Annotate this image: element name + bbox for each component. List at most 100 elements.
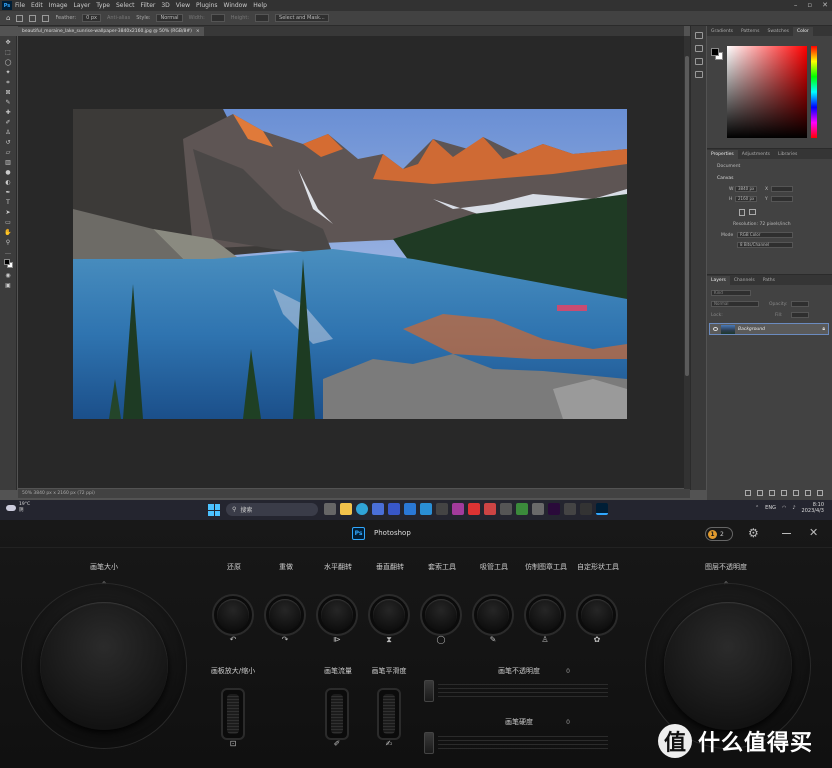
flip-horizontal-dial[interactable] [316, 594, 358, 636]
eraser-tool-icon[interactable]: ▱ [4, 149, 13, 156]
shape-tool-icon[interactable]: ▭ [4, 219, 13, 226]
app-icon-6[interactable] [404, 503, 416, 515]
delete-layer-icon[interactable] [817, 490, 823, 496]
quick-select-tool-icon[interactable]: ✦ [4, 69, 13, 76]
marquee-preset-icon[interactable] [16, 14, 24, 22]
tab-channels[interactable]: Channels [730, 276, 759, 285]
adjustments-panel-icon[interactable] [694, 71, 703, 78]
new-selection-icon[interactable] [29, 14, 37, 22]
lasso-tool-icon[interactable]: ◯ [4, 59, 13, 66]
hand-tool-icon[interactable]: ✋ [4, 229, 13, 236]
redo-dial[interactable] [264, 594, 306, 636]
photoshop-taskbar-icon[interactable] [596, 503, 608, 515]
path-select-tool-icon[interactable]: ➤ [4, 209, 13, 216]
menu-window[interactable]: Window [224, 2, 248, 9]
history-panel-icon[interactable] [694, 32, 703, 39]
app-icon-14[interactable] [532, 503, 544, 515]
tab-swatches[interactable]: Swatches [763, 27, 793, 36]
canvas-x-input[interactable] [771, 186, 793, 192]
blend-mode-select[interactable]: Normal [711, 301, 759, 307]
color-picker-field[interactable] [727, 46, 807, 138]
eyedropper-tool-dial[interactable] [472, 594, 514, 636]
minimize-icon[interactable]: – [794, 1, 798, 9]
clock[interactable]: 8:10 2023/4/3 [802, 502, 824, 514]
volume-icon[interactable]: ♪ [792, 505, 795, 511]
new-group-icon[interactable] [793, 490, 799, 496]
blur-tool-icon[interactable]: ● [4, 169, 13, 176]
layer-fill-input[interactable] [791, 312, 809, 318]
app-icon-9[interactable] [452, 503, 464, 515]
tab-properties[interactable]: Properties [707, 150, 738, 159]
brush-flow-wheel[interactable] [325, 688, 349, 740]
app-icon-10[interactable] [468, 503, 480, 515]
app-icon-16[interactable] [564, 503, 576, 515]
windows-start-icon[interactable] [208, 504, 220, 516]
close-icon[interactable]: ✕ [822, 1, 828, 9]
lasso-tool-dial[interactable] [420, 594, 462, 636]
app-icon-5[interactable] [388, 503, 400, 515]
foreground-color-swatch[interactable] [711, 48, 719, 56]
tab-gradients[interactable]: Gradients [707, 27, 737, 36]
gradient-tool-icon[interactable]: ▥ [4, 159, 13, 166]
minimize-icon[interactable] [782, 533, 791, 534]
menu-plugins[interactable]: Plugins [196, 2, 218, 9]
type-tool-icon[interactable]: T [4, 199, 13, 206]
maximize-icon[interactable]: ▫ [807, 1, 812, 9]
undo-dial[interactable] [212, 594, 254, 636]
settings-gear-icon[interactable]: ⚙ [748, 527, 759, 539]
history-brush-tool-icon[interactable]: ↺ [4, 139, 13, 146]
brush-tool-icon[interactable]: ✐ [4, 119, 13, 126]
menu-edit[interactable]: Edit [31, 2, 43, 9]
tab-color[interactable]: Color [792, 27, 813, 36]
screen-mode-icon[interactable]: ▣ [4, 282, 13, 289]
tab-close-icon[interactable]: × [196, 29, 200, 34]
bit-depth-select[interactable]: 8 Bits/Channel [737, 242, 793, 248]
width-input[interactable] [210, 14, 225, 22]
properties-panel-icon[interactable] [694, 58, 703, 65]
hue-slider[interactable] [811, 46, 817, 138]
adjustment-layer-icon[interactable] [781, 490, 787, 496]
canvas-width-input[interactable]: 3840 px [735, 186, 757, 192]
feather-input[interactable]: 0 px [82, 14, 101, 22]
wifi-icon[interactable]: ◠ [782, 505, 786, 511]
tab-adjustments[interactable]: Adjustments [738, 150, 774, 159]
height-input[interactable] [255, 14, 270, 22]
menu-view[interactable]: View [176, 2, 190, 9]
zoom-wheel[interactable] [221, 688, 245, 740]
menu-image[interactable]: Image [49, 2, 68, 9]
menu-help[interactable]: Help [253, 2, 267, 9]
flip-vertical-dial[interactable] [368, 594, 410, 636]
weather-widget[interactable]: 19°C 阴 [6, 502, 30, 514]
visibility-eye-icon[interactable] [713, 327, 718, 331]
brush-opacity-slider[interactable] [424, 680, 608, 702]
stamp-tool-icon[interactable]: ♙ [4, 129, 13, 136]
style-select[interactable]: Normal [156, 14, 183, 22]
menu-type[interactable]: Type [96, 2, 110, 9]
quick-mask-icon[interactable]: ◉ [4, 272, 13, 279]
color-mode-select[interactable]: RGB Color [737, 232, 793, 238]
orientation-portrait-icon[interactable] [739, 209, 745, 216]
frame-tool-icon[interactable]: ⊠ [4, 89, 13, 96]
eyedropper-tool-icon[interactable]: ✎ [4, 99, 13, 106]
brush-hardness-slider[interactable] [424, 732, 608, 754]
edge-icon[interactable] [356, 503, 368, 515]
clone-stamp-tool-dial[interactable] [524, 594, 566, 636]
tab-paths[interactable]: Paths [759, 276, 779, 285]
layer-kind-filter[interactable]: Kind [711, 290, 751, 296]
add-mask-icon[interactable] [769, 490, 775, 496]
profile-badge[interactable]: 1 2 [705, 527, 733, 541]
healing-tool-icon[interactable]: ✚ [4, 109, 13, 116]
new-layer-icon[interactable] [805, 490, 811, 496]
document-tab[interactable]: beautiful_moraine_lake_sunrise-wallpaper… [18, 27, 204, 36]
file-explorer-icon[interactable] [340, 503, 352, 515]
menu-filter[interactable]: Filter [141, 2, 156, 9]
comments-panel-icon[interactable] [694, 45, 703, 52]
add-selection-icon[interactable] [42, 14, 50, 22]
orientation-landscape-icon[interactable] [749, 209, 756, 215]
home-icon[interactable]: ⌂ [6, 14, 10, 22]
layer-row[interactable]: Background 🔒︎ [709, 323, 829, 335]
menu-file[interactable]: File [15, 2, 25, 9]
language-indicator[interactable]: ENG [765, 505, 776, 511]
app-icon-12[interactable] [500, 503, 512, 515]
store-icon[interactable] [372, 503, 384, 515]
